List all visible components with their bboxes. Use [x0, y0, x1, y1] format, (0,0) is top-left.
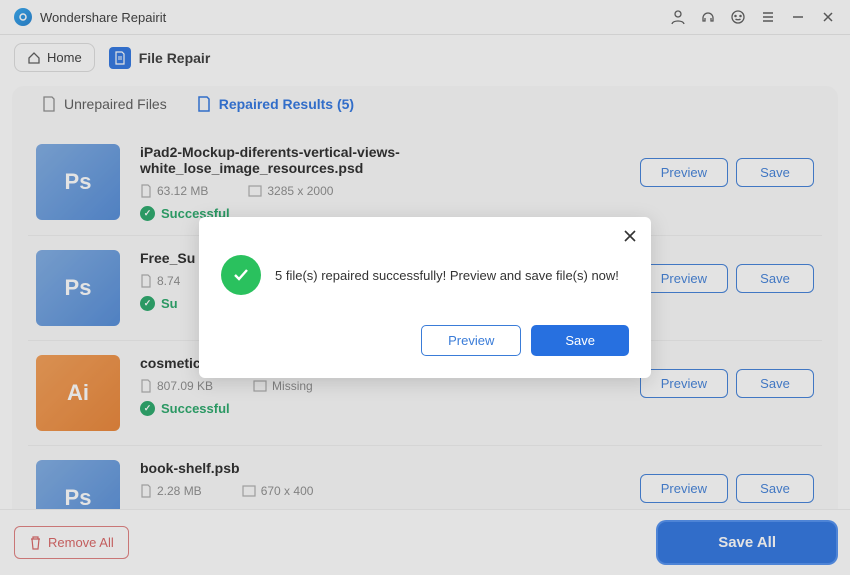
modal-save-button[interactable]: Save: [531, 325, 629, 356]
modal-overlay: 5 file(s) repaired successfully! Preview…: [0, 0, 850, 575]
success-check-icon: [221, 255, 261, 295]
modal-preview-button[interactable]: Preview: [421, 325, 521, 356]
modal-actions: Preview Save: [221, 325, 629, 356]
success-modal: 5 file(s) repaired successfully! Preview…: [199, 217, 651, 378]
modal-message: 5 file(s) repaired successfully! Preview…: [275, 268, 619, 283]
modal-body: 5 file(s) repaired successfully! Preview…: [221, 235, 629, 325]
modal-close-icon[interactable]: [623, 229, 637, 243]
